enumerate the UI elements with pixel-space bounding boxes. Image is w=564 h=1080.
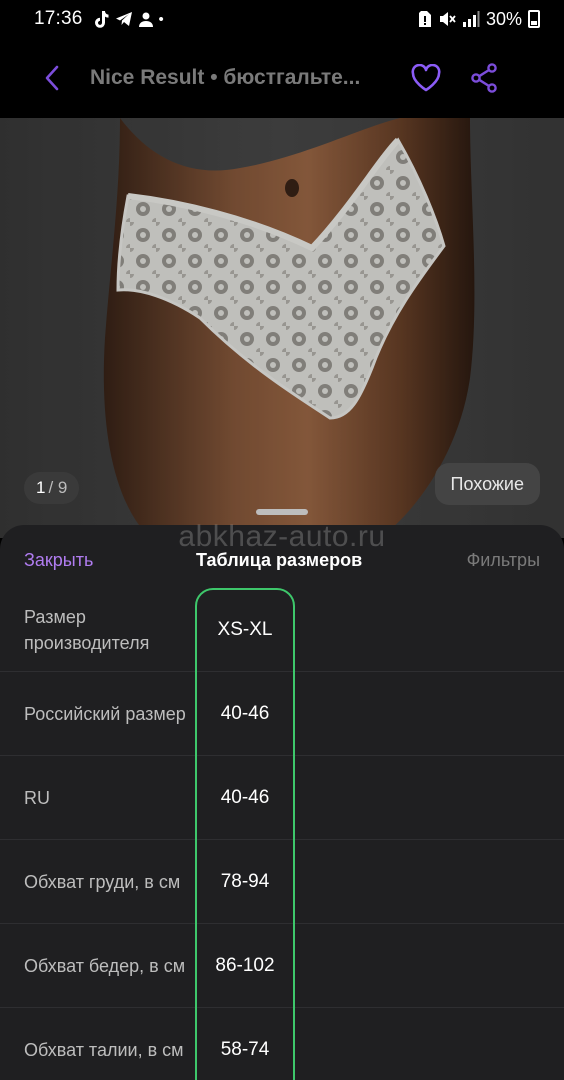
row-value: XS-XL [217, 618, 273, 640]
status-time: 17:36 [34, 8, 83, 29]
favorite-button[interactable] [406, 58, 446, 98]
product-title: Nice Result • бюстгальте... [90, 66, 361, 89]
product-image[interactable]: 1 / 9 Похожие [0, 118, 564, 538]
row-value: 40-46 [220, 702, 270, 724]
table-row: RU 40-46 [0, 756, 564, 840]
table-row: Обхват груди, в см 78-94 [0, 840, 564, 924]
person-icon [138, 12, 153, 27]
row-label: Российский размер [24, 703, 186, 724]
row-value: 78-94 [220, 870, 270, 892]
gallery-current: 1 [36, 478, 46, 497]
status-notification-icons: • [93, 10, 164, 28]
tiktok-icon [94, 11, 109, 28]
row-label: Обхват талии, в см [24, 1040, 184, 1060]
dot-icon: • [158, 10, 164, 28]
similar-button[interactable]: Похожие [434, 463, 540, 505]
sheet-header: Закрыть Таблица размеров Фильтры [0, 550, 564, 578]
row-label: Обхват бедер, в см [24, 955, 186, 976]
app-header: Nice Result • бюстгальте... [0, 38, 564, 118]
gallery-total: / 9 [48, 478, 68, 497]
sheet-drag-handle[interactable] [256, 509, 308, 515]
status-system-icons: 30% [418, 9, 540, 30]
sheet-title: Таблица размеров [196, 550, 363, 570]
table-row: Обхват бедер, в см 86-102 [0, 924, 564, 1008]
row-value: 58-74 [220, 1039, 270, 1060]
chevron-left-icon [45, 65, 59, 91]
share-button[interactable] [464, 58, 504, 98]
mute-icon [439, 12, 456, 26]
battery-percent: 30% [485, 8, 522, 29]
table-row: Размер производителя XS-XL [0, 588, 564, 672]
telegram-icon [115, 12, 132, 26]
close-button[interactable]: Закрыть [24, 550, 93, 571]
table-row: Обхват талии, в см 58-74 [0, 1008, 564, 1080]
signal-icon [462, 11, 480, 27]
sim-alert-icon [418, 11, 431, 27]
row-label: RU [24, 787, 50, 808]
gallery-counter: 1 / 9 [24, 472, 80, 504]
table-row: Российский размер 40-46 [0, 672, 564, 756]
back-button[interactable] [22, 48, 82, 108]
heart-icon [411, 64, 441, 92]
header-actions [406, 58, 504, 98]
row-label: Обхват груди, в см [24, 871, 181, 892]
size-table: Размер производителя XS-XL Российский ра… [0, 588, 564, 1080]
row-value: 86-102 [215, 954, 275, 976]
row-value: 40-46 [220, 786, 270, 808]
share-icon [471, 63, 497, 93]
row-label: Размер производителя [24, 606, 150, 653]
filters-button[interactable]: Фильтры [467, 550, 540, 571]
watermark: abkhaz-auto.ru [178, 520, 386, 553]
battery-icon [528, 10, 540, 28]
status-bar: 17:36 • 30% [0, 0, 564, 38]
